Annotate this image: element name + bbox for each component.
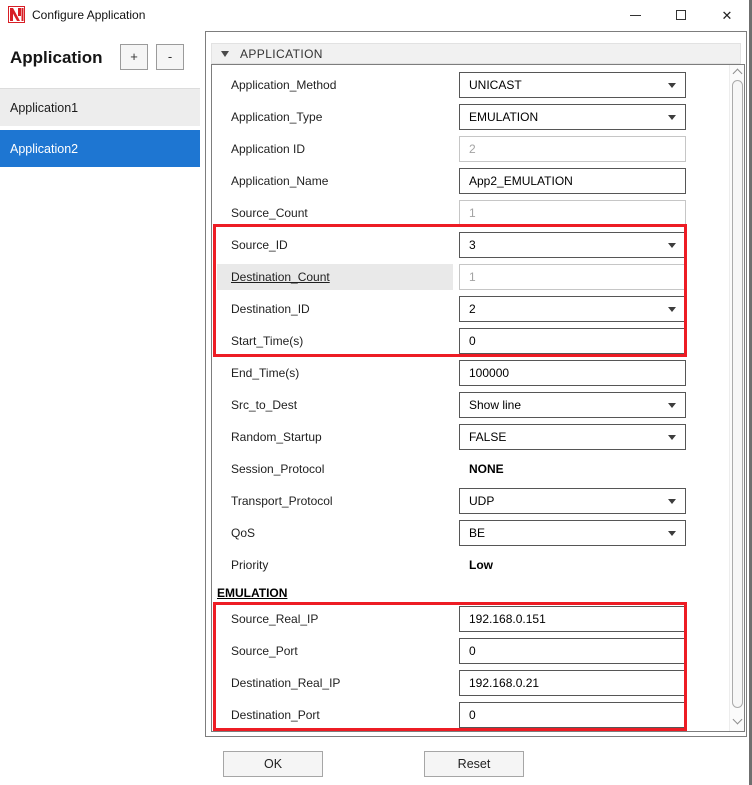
input-end-time-s[interactable] [459, 360, 686, 386]
input-source-count [459, 200, 686, 226]
property-label-destination-id: Destination_ID [231, 302, 310, 316]
input-destination-count [459, 264, 686, 290]
property-label-priority: Priority [231, 558, 269, 572]
property-label-end-time-s: End_Time(s) [231, 366, 300, 380]
static-value-priority: Low [469, 558, 493, 572]
title-bar: Configure Application ✕ [0, 0, 749, 30]
input-destination-real-ip[interactable] [459, 670, 686, 696]
chevron-down-icon [668, 307, 676, 312]
dropdown-transport-protocol[interactable]: UDP [459, 488, 686, 514]
property-row-destination-port: Destination_Port [212, 702, 730, 728]
property-label-destination-real-ip: Destination_Real_IP [231, 676, 341, 690]
property-row-application-name: Application_Name [212, 168, 730, 194]
dropdown-application-type[interactable]: EMULATION [459, 104, 686, 130]
chevron-down-icon [668, 531, 676, 536]
property-label-source-port: Source_Port [231, 644, 298, 658]
input-source-port[interactable] [459, 638, 686, 664]
property-row-source-real-ip: Source_Real_IP [212, 606, 730, 632]
property-label-start-time-s: Start_Time(s) [231, 334, 304, 348]
netsim-logo-icon [8, 6, 25, 23]
property-row-application-type: Application_Type EMULATION [212, 104, 730, 130]
property-row-end-time-s: End_Time(s) [212, 360, 730, 386]
property-label-destination-port: Destination_Port [231, 708, 320, 722]
property-row-session-protocol: Session_Protocol NONE [212, 456, 730, 482]
chevron-down-icon [668, 243, 676, 248]
close-button[interactable]: ✕ [709, 0, 745, 30]
property-label-application-name: Application_Name [231, 174, 329, 188]
reset-button[interactable]: Reset [424, 751, 524, 777]
chevron-down-icon [668, 115, 676, 120]
chevron-down-icon [668, 83, 676, 88]
property-label-random-startup: Random_Startup [231, 430, 322, 444]
property-label-application-type: Application_Type [231, 110, 323, 124]
property-row-application-id: Application ID [212, 136, 730, 162]
chevron-down-icon [668, 403, 676, 408]
scroll-down-icon[interactable] [732, 714, 743, 725]
property-row-source-count: Source_Count [212, 200, 730, 226]
property-row-start-time-s: Start_Time(s) [212, 328, 730, 354]
ok-button[interactable]: OK [223, 751, 323, 777]
scrollbar-thumb[interactable] [732, 80, 743, 708]
property-label-src-to-dest: Src_to_Dest [231, 398, 298, 412]
property-label-source-count: Source_Count [231, 206, 308, 220]
input-source-real-ip[interactable] [459, 606, 686, 632]
minimize-icon [629, 14, 641, 16]
minimize-button[interactable] [617, 0, 653, 30]
dropdown-application-method[interactable]: UNICAST [459, 72, 686, 98]
property-label-qos: QoS [231, 526, 256, 540]
input-start-time-s[interactable] [459, 328, 686, 354]
collapse-triangle-icon[interactable] [221, 50, 229, 57]
maximize-button[interactable] [663, 0, 699, 30]
dropdown-source-id[interactable]: 3 [459, 232, 686, 258]
application-section-header[interactable]: APPLICATION [211, 43, 741, 64]
property-label-application-method: Application_Method [231, 78, 337, 92]
section-header-label: APPLICATION [240, 46, 323, 61]
property-row-source-id: Source_ID 3 [212, 232, 730, 258]
property-row-priority: Priority Low [212, 552, 730, 578]
property-row-destination-id: Destination_ID 2 [212, 296, 730, 322]
property-row-qos: QoS BE [212, 520, 730, 546]
emulation-section-header: EMULATION [217, 586, 288, 600]
list-item-application1[interactable]: Application1 [0, 89, 200, 126]
panel-title: Application [10, 48, 103, 67]
property-label-destination-count[interactable]: Destination_Count [217, 264, 453, 290]
property-label-source-id: Source_ID [231, 238, 288, 252]
property-grid: Application_Method UNICAST Application_Typ… [211, 64, 745, 732]
static-value-session-protocol: NONE [469, 462, 504, 476]
property-label-application-id: Application ID [231, 142, 306, 156]
property-row-destination-real-ip: Destination_Real_IP [212, 670, 730, 696]
maximize-icon [676, 10, 686, 20]
dropdown-qos[interactable]: BE [459, 520, 686, 546]
property-label-session-protocol: Session_Protocol [231, 462, 325, 476]
property-row-transport-protocol: Transport_Protocol UDP [212, 488, 730, 514]
scroll-up-icon[interactable] [732, 68, 743, 79]
property-row-source-port: Source_Port [212, 638, 730, 664]
dropdown-random-startup[interactable]: FALSE [459, 424, 686, 450]
property-rows: Application_Method UNICAST Application_Typ… [212, 65, 730, 731]
window-title: Configure Application [32, 8, 146, 22]
property-row-application-method: Application_Method UNICAST [212, 72, 730, 98]
dropdown-destination-id[interactable]: 2 [459, 296, 686, 322]
input-application-id [459, 136, 686, 162]
list-item-application2-selected[interactable]: Application2 [0, 130, 200, 167]
input-destination-port[interactable] [459, 702, 686, 728]
remove-application-button[interactable]: - [156, 44, 184, 70]
close-icon: ✕ [721, 7, 733, 23]
dropdown-src-to-dest[interactable]: Show line [459, 392, 686, 418]
property-row-destination-count: Destination_Count [212, 264, 730, 290]
property-label-transport-protocol: Transport_Protocol [231, 494, 333, 508]
property-label-source-real-ip: Source_Real_IP [231, 612, 319, 626]
input-application-name[interactable] [459, 168, 686, 194]
vertical-scrollbar[interactable] [729, 65, 744, 731]
property-grid-panel: APPLICATION Application_Method UNICAST App… [205, 31, 747, 737]
property-row-src-to-dest: Src_to_Dest Show line [212, 392, 730, 418]
add-application-button[interactable]: + [120, 44, 148, 70]
chevron-down-icon [668, 435, 676, 440]
application-list-panel: Application + - Application1 Application… [0, 30, 205, 737]
chevron-down-icon [668, 499, 676, 504]
property-row-random-startup: Random_Startup FALSE [212, 424, 730, 450]
configure-application-window: Configure Application ✕ Application + - … [0, 0, 752, 785]
